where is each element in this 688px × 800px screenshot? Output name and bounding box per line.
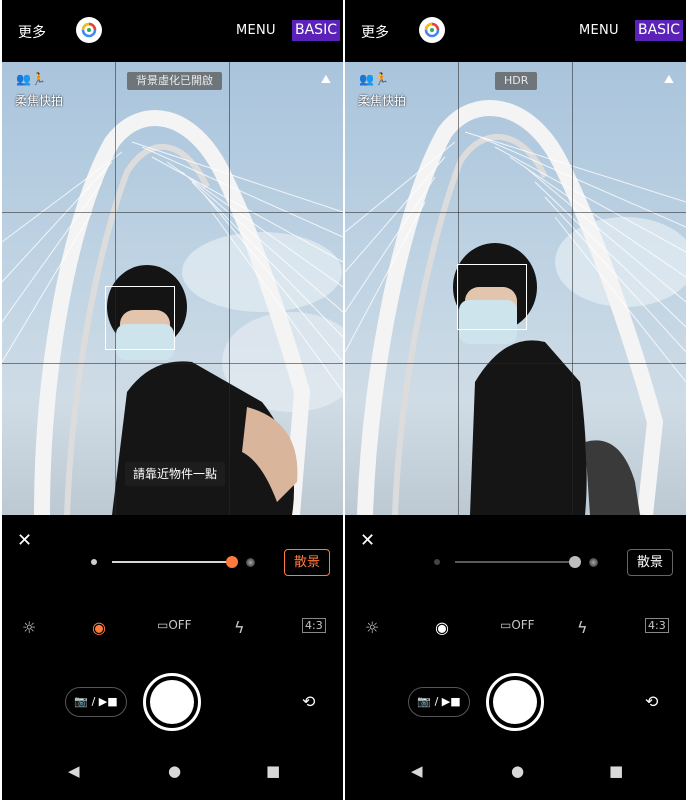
close-icon[interactable]: ✕: [17, 530, 32, 551]
blur-max-dot: [246, 558, 255, 567]
more-button[interactable]: 更多: [18, 22, 46, 42]
blur-slider-thumb[interactable]: [569, 556, 581, 568]
brightness-icon[interactable]: ☼: [22, 618, 36, 637]
status-chip: HDR: [495, 72, 538, 90]
flip-camera-icon[interactable]: ⟲: [645, 692, 658, 711]
grid-line: [229, 62, 230, 515]
self-timer-off-icon[interactable]: ▭OFF: [157, 618, 192, 632]
brightness-icon[interactable]: ☼: [365, 618, 379, 637]
exposure-icon: ⛰: [320, 72, 331, 86]
blur-min-dot: [434, 559, 440, 565]
bokeh-button[interactable]: 散景: [627, 549, 673, 576]
shutter-button[interactable]: [143, 673, 201, 731]
status-chip: 背景虛化已開啟: [127, 72, 222, 90]
basic-mode-badge[interactable]: BASIC: [292, 20, 340, 41]
back-icon[interactable]: ◀: [411, 762, 423, 780]
scene-mode-label: 柔焦快拍: [358, 94, 407, 108]
viewfinder[interactable]: 👥🏃 柔焦快拍 背景虛化已開啟 ⛰ 請靠近物件一點: [2, 62, 343, 515]
home-icon[interactable]: ●: [168, 762, 181, 780]
photo-video-switch-label: 📷 / ▶■: [74, 695, 118, 708]
home-icon[interactable]: ●: [511, 762, 524, 780]
photo-video-switch-label: 📷 / ▶■: [417, 695, 461, 708]
system-nav-bar: ◀ ● ■: [345, 762, 686, 792]
grid-line: [345, 212, 686, 213]
more-button[interactable]: 更多: [361, 22, 389, 42]
scene-mode-icon: 👥🏃: [359, 72, 389, 86]
back-icon[interactable]: ◀: [68, 762, 80, 780]
hint-chip: 請靠近物件一點: [125, 462, 226, 486]
quick-settings-row: ☼ ◉ ▭OFF ϟ 4:3: [345, 618, 686, 644]
aspect-ratio-icon[interactable]: 4:3: [302, 618, 326, 633]
photo-video-switch[interactable]: 📷 / ▶■: [65, 687, 127, 717]
flip-camera-icon[interactable]: ⟲: [302, 692, 315, 711]
menu-button[interactable]: MENU: [236, 23, 276, 38]
menu-button[interactable]: MENU: [579, 23, 619, 38]
google-lens-icon[interactable]: [419, 17, 445, 43]
camera-screen-right: 更多 MENU BASIC 👥🏃 柔焦快拍 HDR ⛰ ✕ 散景 ☼ ◉ ▭OF…: [345, 0, 686, 800]
photo-video-switch[interactable]: 📷 / ▶■: [408, 687, 470, 717]
camera-screen-left: 更多 MENU BASIC 👥🏃 柔焦快拍 背景虛化已開啟 ⛰ 請靠近物件一點 …: [2, 0, 343, 800]
flash-icon[interactable]: ϟ: [234, 618, 245, 637]
face-detection-box: [105, 286, 175, 350]
top-bar: 更多 MENU BASIC: [2, 0, 343, 62]
blur-max-dot: [589, 558, 598, 567]
recents-icon[interactable]: ■: [609, 762, 623, 780]
system-nav-bar: ◀ ● ■: [2, 762, 343, 792]
flash-icon[interactable]: ϟ: [577, 618, 588, 637]
quick-settings-row: ☼ ◉ ▭OFF ϟ 4:3: [2, 618, 343, 644]
self-timer-off-icon[interactable]: ▭OFF: [500, 618, 535, 632]
scene-mode-label: 柔焦快拍: [15, 94, 64, 108]
grid-line: [2, 363, 343, 364]
blur-slider-thumb[interactable]: [226, 556, 238, 568]
blur-slider[interactable]: [112, 561, 232, 563]
google-lens-icon[interactable]: [76, 17, 102, 43]
scene-mode-icon: 👥🏃: [16, 72, 46, 86]
recents-icon[interactable]: ■: [266, 762, 280, 780]
basic-mode-badge[interactable]: BASIC: [635, 20, 683, 41]
bokeh-button[interactable]: 散景: [284, 549, 330, 576]
grid-line: [2, 212, 343, 213]
viewfinder[interactable]: 👥🏃 柔焦快拍 HDR ⛰: [345, 62, 686, 515]
aspect-ratio-icon[interactable]: 4:3: [645, 618, 669, 633]
grid-line: [345, 363, 686, 364]
exposure-icon: ⛰: [663, 72, 674, 86]
close-icon[interactable]: ✕: [360, 530, 375, 551]
blur-slider[interactable]: [455, 561, 575, 563]
grid-line: [572, 62, 573, 515]
bokeh-icon[interactable]: ◉: [435, 618, 449, 637]
face-detection-box: [457, 264, 527, 330]
bokeh-icon[interactable]: ◉: [92, 618, 106, 637]
shutter-button[interactable]: [486, 673, 544, 731]
top-bar: 更多 MENU BASIC: [345, 0, 686, 62]
blur-min-dot: [91, 559, 97, 565]
